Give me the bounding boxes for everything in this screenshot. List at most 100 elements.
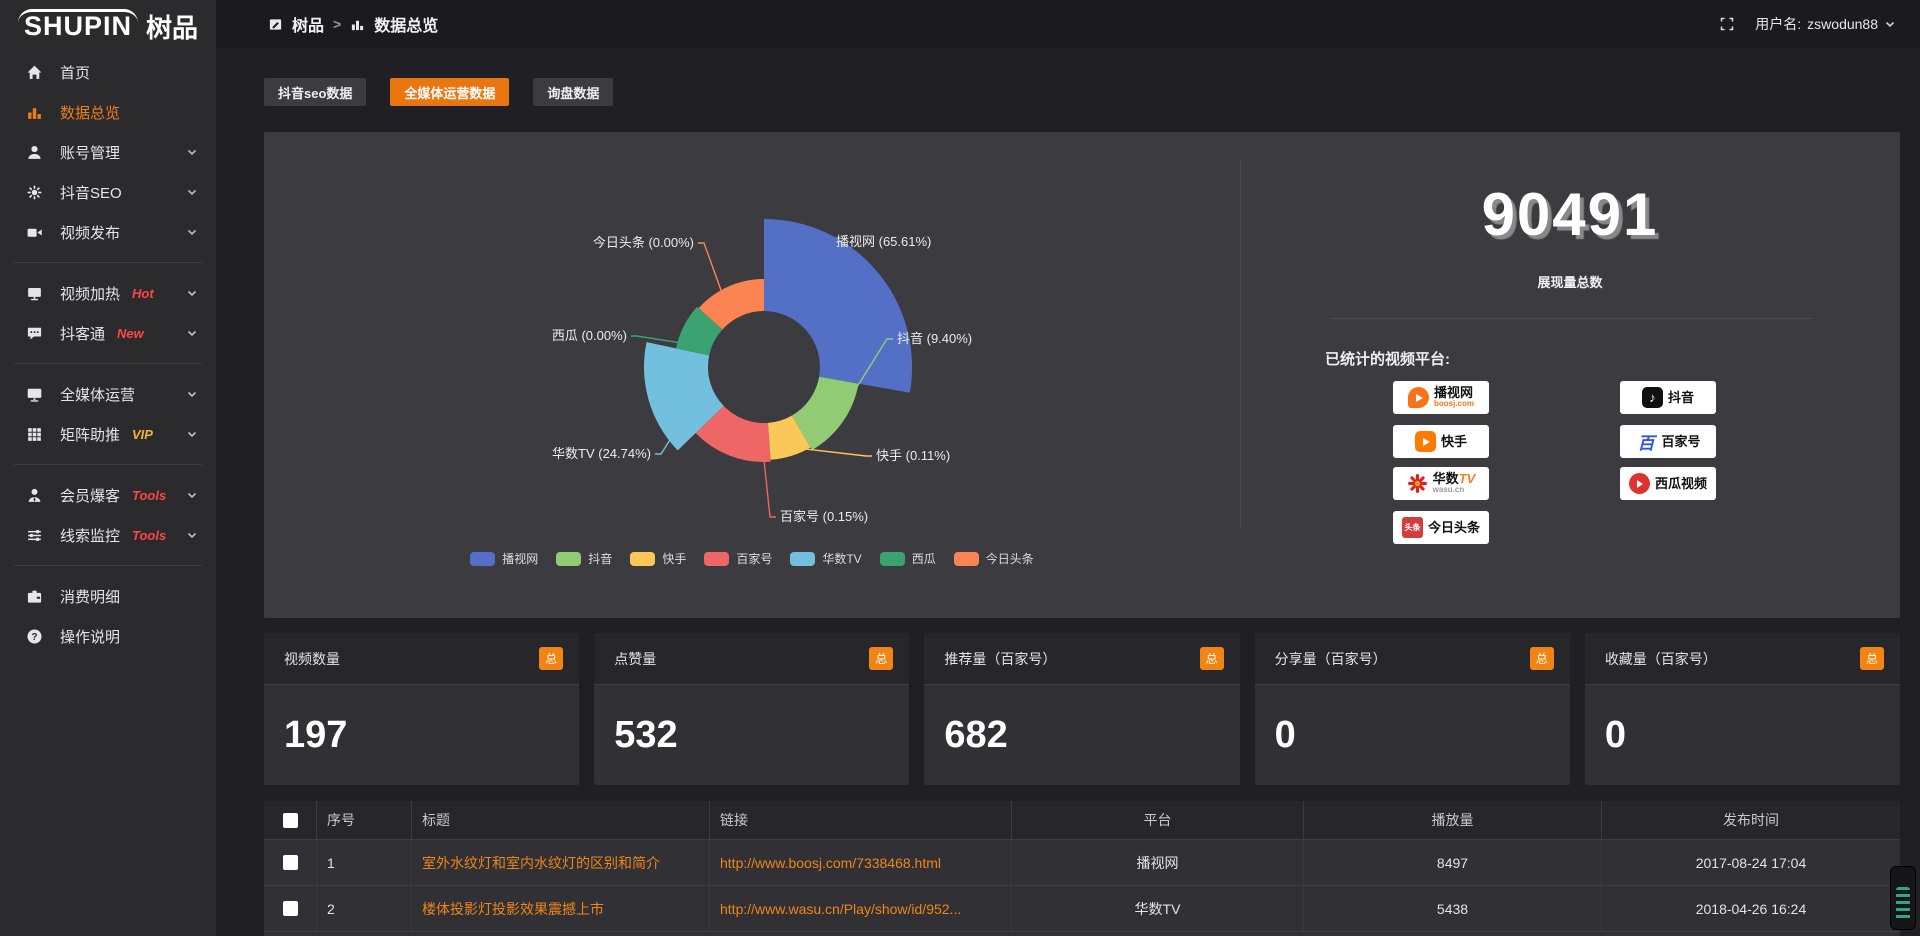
sidebar-item-2[interactable]: 账号管理 bbox=[0, 132, 216, 172]
stat-card-label: 分享量（百家号） bbox=[1275, 649, 1387, 669]
column-header-2: 链接 bbox=[710, 801, 1012, 839]
legend-label: 快手 bbox=[662, 550, 686, 567]
douyin-logo-icon: ♪ bbox=[1642, 387, 1663, 408]
label-line-快手 bbox=[804, 449, 872, 456]
sidebar-item-1[interactable]: 数据总览 bbox=[0, 92, 216, 132]
stat-card-value: 0 bbox=[1585, 685, 1900, 785]
sidebar-divider bbox=[14, 363, 202, 364]
breadcrumb-current: 数据总览 bbox=[374, 12, 438, 36]
legend-item-百家号[interactable]: 百家号 bbox=[704, 550, 772, 567]
user-label: 用户名: bbox=[1755, 14, 1801, 34]
label-line-西瓜 bbox=[631, 336, 679, 343]
stat-card-value: 532 bbox=[594, 685, 909, 785]
wasu-logo-icon bbox=[1407, 473, 1428, 494]
platform-name: 百家号 bbox=[1661, 435, 1700, 449]
breadcrumb-separator: > bbox=[333, 16, 341, 32]
platform-sub: wasu.cn bbox=[1433, 486, 1465, 494]
sidebar-item-label: 抖音SEO bbox=[60, 182, 122, 203]
stat-card-header: 分享量（百家号） 总 bbox=[1255, 633, 1570, 685]
video-icon bbox=[26, 224, 48, 241]
rose-pie-chart[interactable]: 播视网 (65.61%)抖音 (9.40%)快手 (0.11%)百家号 (0.1… bbox=[264, 142, 1240, 582]
total-badge: 总 bbox=[1860, 647, 1884, 670]
row-checkbox-cell bbox=[264, 886, 317, 931]
sidebar-item-3[interactable]: 抖音SEO bbox=[0, 172, 216, 212]
pie-label-百家号: 百家号 (0.15%) bbox=[780, 509, 868, 524]
xigua-logo-icon bbox=[1629, 473, 1650, 494]
platform-name: 今日头条 bbox=[1428, 521, 1480, 535]
overview-panel: 播视网 (65.61%)抖音 (9.40%)快手 (0.11%)百家号 (0.1… bbox=[264, 132, 1900, 618]
cell-time: 2017-08-24 17:04 bbox=[1602, 840, 1900, 885]
legend-item-西瓜[interactable]: 西瓜 bbox=[880, 550, 936, 567]
breadcrumb-root[interactable]: 树品 bbox=[292, 12, 324, 36]
app-logo[interactable]: SHUPIN 树品 bbox=[0, 0, 216, 52]
tab-2[interactable]: 询盘数据 bbox=[533, 78, 613, 106]
chat-icon bbox=[26, 325, 48, 342]
chevron-down-icon bbox=[186, 186, 198, 198]
legend-item-今日头条[interactable]: 今日头条 bbox=[954, 550, 1034, 567]
stat-card-4: 收藏量（百家号） 总 0 bbox=[1585, 633, 1900, 785]
cell-num: 1 bbox=[317, 840, 412, 885]
sidebar-item-6[interactable]: 视频加热Hot bbox=[0, 273, 216, 313]
platform-name: 抖音 bbox=[1668, 391, 1694, 405]
platform-badge-boosj: 播视网boosj.com bbox=[1393, 381, 1489, 414]
topbar-right: 用户名: zswodun88 bbox=[1719, 14, 1896, 34]
scroll-widget[interactable] bbox=[1890, 866, 1916, 930]
sidebar-item-10[interactable]: 矩阵助推VIP bbox=[0, 414, 216, 454]
legend-label: 西瓜 bbox=[912, 550, 936, 567]
video-title-link[interactable]: 楼体投影灯投影效果震撼上市 bbox=[422, 899, 604, 919]
sidebar-item-15[interactable]: 消费明细 bbox=[0, 576, 216, 616]
breadcrumb: 树品 > 数据总览 bbox=[268, 12, 438, 36]
sidebar-item-0[interactable]: 首页 bbox=[0, 52, 216, 92]
label-line-百家号 bbox=[764, 460, 776, 517]
wallet-icon bbox=[26, 588, 48, 605]
select-all-checkbox[interactable] bbox=[283, 813, 298, 828]
row-checkbox[interactable] bbox=[283, 901, 298, 916]
legend-swatch bbox=[790, 552, 815, 566]
total-impressions-label: 展现量总数 bbox=[1240, 272, 1900, 291]
stat-card-header: 视频数量 总 bbox=[264, 633, 579, 685]
sidebar-item-7[interactable]: 抖客通New bbox=[0, 313, 216, 353]
member-icon bbox=[26, 487, 48, 504]
sidebar-item-label: 矩阵助推 bbox=[60, 424, 120, 445]
total-badge: 总 bbox=[1200, 647, 1224, 670]
row-checkbox[interactable] bbox=[283, 855, 298, 870]
label-line-今日头条 bbox=[698, 243, 722, 292]
page-icon bbox=[268, 17, 283, 32]
stat-card-label: 视频数量 bbox=[284, 649, 340, 669]
pie-label-抖音: 抖音 (9.40%) bbox=[897, 331, 972, 346]
sidebar-item-12[interactable]: 会员爆客Tools bbox=[0, 475, 216, 515]
row-checkbox-cell bbox=[264, 840, 317, 885]
fullscreen-icon[interactable] bbox=[1719, 16, 1735, 32]
sidebar-item-badge: Hot bbox=[132, 286, 154, 301]
pie-label-西瓜: 西瓜 (0.00%) bbox=[552, 328, 627, 343]
cell-time: 2018-04-26 16:24 bbox=[1602, 886, 1900, 931]
sidebar-nav: 首页数据总览账号管理抖音SEO 视频发布视频加热Hot抖客通New 全媒体运营矩阵助… bbox=[0, 52, 216, 656]
column-header-3: 平台 bbox=[1012, 801, 1304, 839]
video-title-link[interactable]: 室外水纹灯和室内水纹灯的区别和简介 bbox=[422, 853, 660, 873]
video-url-link[interactable]: http://www.wasu.cn/Play/show/id/952... bbox=[720, 901, 961, 917]
label-line-华数TV bbox=[655, 439, 671, 454]
legend-item-播视网[interactable]: 播视网 bbox=[470, 550, 538, 567]
chevron-down-icon bbox=[186, 287, 198, 299]
home-icon bbox=[26, 64, 48, 81]
sidebar-item-4[interactable]: 视频发布 bbox=[0, 212, 216, 252]
tab-0[interactable]: 抖音seo数据 bbox=[264, 78, 366, 106]
legend-swatch bbox=[630, 552, 655, 566]
tab-1[interactable]: 全媒体运营数据 bbox=[390, 78, 509, 106]
sidebar-item-9[interactable]: 全媒体运营 bbox=[0, 374, 216, 414]
total-badge: 总 bbox=[1530, 647, 1554, 670]
screen-icon bbox=[26, 285, 48, 302]
platform-badge-baijiahao: 百百家号 bbox=[1620, 425, 1716, 458]
legend-swatch bbox=[880, 552, 905, 566]
total-badge: 总 bbox=[539, 647, 563, 670]
legend-item-华数TV[interactable]: 华数TV bbox=[790, 550, 861, 567]
sidebar-item-13[interactable]: 线索监控Tools bbox=[0, 515, 216, 555]
legend-item-抖音[interactable]: 抖音 bbox=[556, 550, 612, 567]
platform-name: 播视网 bbox=[1434, 386, 1473, 400]
toutiao-logo-icon: 头条 bbox=[1402, 517, 1423, 538]
sidebar-item-label: 全媒体运营 bbox=[60, 384, 135, 405]
video-url-link[interactable]: http://www.boosj.com/7338468.html bbox=[720, 855, 941, 871]
sidebar-item-16[interactable]: ?操作说明 bbox=[0, 616, 216, 656]
legend-item-快手[interactable]: 快手 bbox=[630, 550, 686, 567]
user-menu[interactable]: 用户名: zswodun88 bbox=[1755, 14, 1896, 34]
